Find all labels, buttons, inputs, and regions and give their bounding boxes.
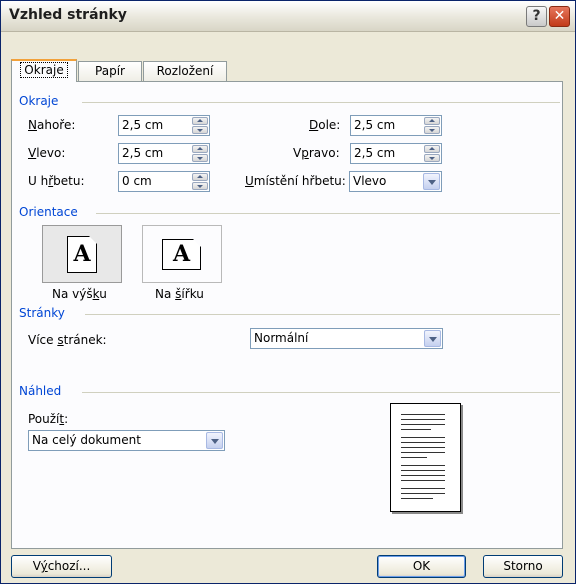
portrait-orientation-button[interactable]: A: [42, 225, 122, 283]
top-margin-label: Nahoře:: [28, 118, 76, 132]
bottom-margin-value: 2,5 cm: [354, 118, 396, 132]
chevron-down-icon[interactable]: [423, 173, 440, 190]
gutter-position-value: Vlevo: [353, 174, 387, 188]
default-button[interactable]: Výchozí...: [11, 555, 112, 578]
landscape-page-icon: A: [162, 239, 201, 270]
gutter-position-label: Umístění hřbetu:: [245, 174, 346, 188]
orientation-group-divider: [96, 213, 560, 214]
multiple-pages-label: Více stránek:: [28, 333, 107, 347]
chevron-down-icon[interactable]: [206, 432, 223, 449]
page-setup-dialog: Vzhled stránky ? ✕ Okraje Papír Rozložen…: [0, 0, 576, 584]
spin-up-icon[interactable]: [192, 173, 208, 181]
preview-text-line: [401, 470, 445, 471]
preview-text-line: [401, 488, 445, 489]
preview-group-title: Náhled: [19, 384, 68, 398]
apply-to-select[interactable]: Na celý dokument: [28, 430, 225, 451]
tab-margins[interactable]: Okraje: [11, 59, 77, 82]
preview-text-line: [401, 465, 445, 466]
pages-group-title: Stránky: [19, 306, 71, 320]
preview-group-divider: [82, 392, 560, 393]
top-margin-spinner[interactable]: 2,5 cm: [118, 115, 210, 136]
top-margin-value: 2,5 cm: [122, 118, 164, 132]
apply-to-value: Na celý dokument: [32, 433, 141, 447]
preview-text-line: [401, 493, 445, 494]
spin-up-icon[interactable]: [424, 117, 440, 125]
spin-up-icon[interactable]: [192, 145, 208, 153]
gutter-spinner[interactable]: 0 cm: [118, 171, 210, 192]
left-margin-value: 2,5 cm: [122, 146, 164, 160]
preview-text-line: [401, 447, 445, 448]
preview-text-line: [401, 480, 445, 481]
tab-paper[interactable]: Papír: [78, 61, 142, 81]
question-mark-icon[interactable]: ?: [526, 6, 547, 27]
preview-text-line: [401, 419, 445, 420]
portrait-label: Na výšku: [52, 287, 107, 301]
dialog-title: Vzhled stránky: [9, 7, 127, 23]
preview-text-line: [401, 424, 445, 425]
landscape-label: Na šířku: [155, 287, 204, 301]
preview-text-line: [401, 414, 445, 415]
spin-down-icon[interactable]: [192, 182, 208, 190]
preview-text-line: [401, 498, 433, 499]
margins-panel: Okraje Nahoře: 2,5 cm Vlevo: 2,5 cm U hř…: [11, 81, 563, 549]
title-bar[interactable]: Vzhled stránky ? ✕: [1, 1, 575, 32]
preview-text-line: [401, 457, 427, 458]
bottom-margin-spinner[interactable]: 2,5 cm: [350, 115, 442, 136]
right-margin-spinner[interactable]: 2,5 cm: [350, 143, 442, 164]
margins-group-divider: [82, 102, 560, 103]
chevron-down-icon[interactable]: [424, 330, 441, 347]
preview-text-line: [401, 442, 445, 443]
right-margin-label: Vpravo:: [293, 146, 340, 160]
spin-down-icon[interactable]: [424, 154, 440, 162]
pages-group-divider: [85, 314, 560, 315]
multiple-pages-select[interactable]: Normální: [250, 328, 443, 349]
gutter-value: 0 cm: [122, 174, 152, 188]
close-x-icon[interactable]: ✕: [549, 6, 570, 27]
apply-to-label: Použít:: [28, 412, 69, 426]
preview-text-line: [401, 452, 445, 453]
gutter-position-select[interactable]: Vlevo: [349, 171, 442, 192]
bottom-margin-label: Dole:: [309, 118, 341, 132]
tab-layout[interactable]: Rozložení: [143, 61, 227, 81]
preview-text-line: [401, 475, 445, 476]
landscape-orientation-button[interactable]: A: [142, 225, 222, 283]
portrait-page-icon: A: [67, 236, 97, 273]
spin-down-icon[interactable]: [192, 154, 208, 162]
spin-up-icon[interactable]: [424, 145, 440, 153]
preview-text-line: [401, 437, 445, 438]
left-margin-spinner[interactable]: 2,5 cm: [118, 143, 210, 164]
left-margin-label: Vlevo:: [28, 146, 66, 160]
orientation-group-title: Orientace: [19, 205, 84, 219]
gutter-label: U hřbetu:: [28, 174, 85, 188]
ok-button[interactable]: OK: [377, 555, 466, 578]
page-preview: [390, 403, 461, 512]
preview-text-line: [401, 429, 431, 430]
cancel-button[interactable]: Storno: [483, 555, 563, 578]
right-margin-value: 2,5 cm: [354, 146, 396, 160]
spin-up-icon[interactable]: [192, 117, 208, 125]
margins-group-title: Okraje: [19, 94, 65, 108]
multiple-pages-value: Normální: [254, 331, 309, 345]
spin-down-icon[interactable]: [424, 126, 440, 134]
spin-down-icon[interactable]: [192, 126, 208, 134]
